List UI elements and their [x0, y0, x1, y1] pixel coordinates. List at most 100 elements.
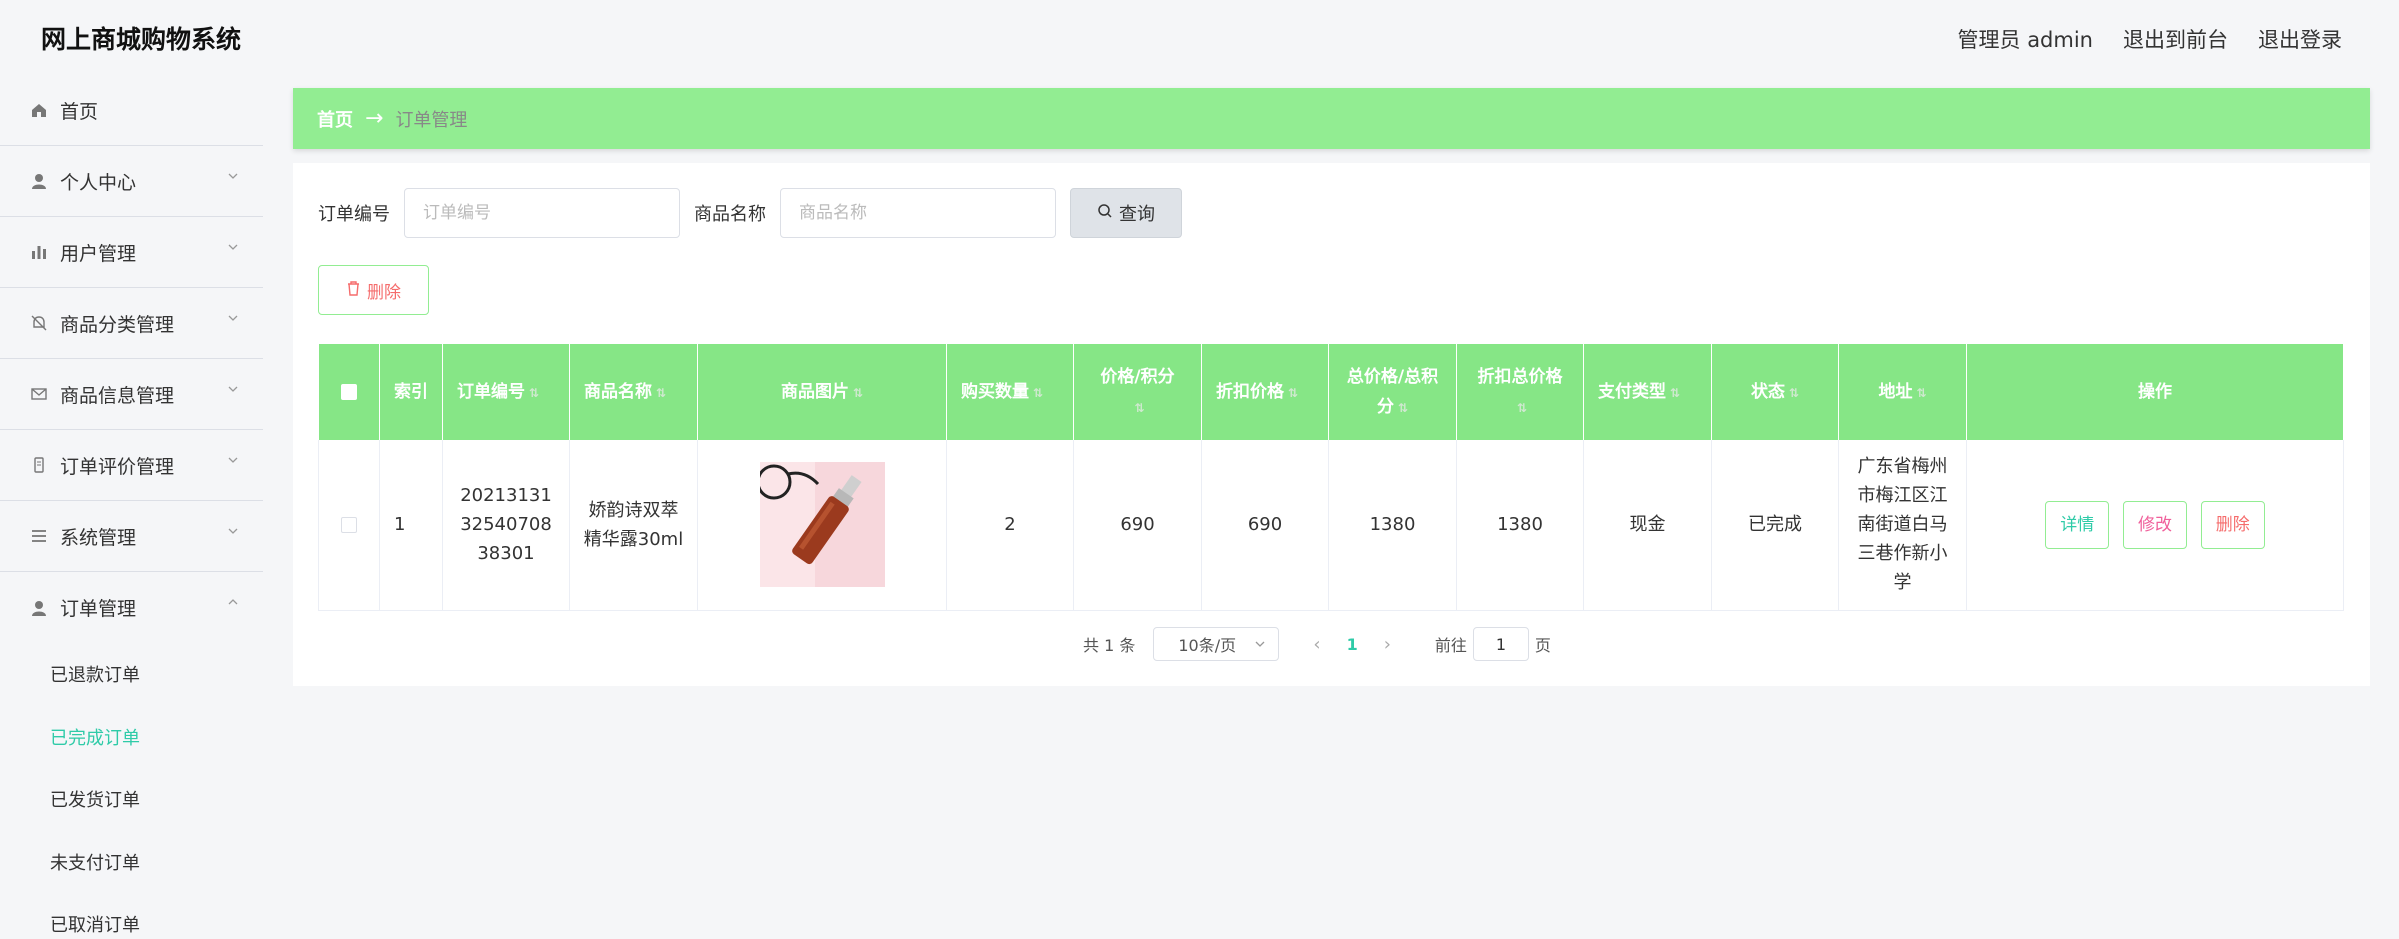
chevron-down-icon	[227, 241, 239, 253]
col-discount-total[interactable]: 折扣总价格 ⇅	[1456, 344, 1584, 440]
breadcrumb: 首页 → 订单管理	[293, 88, 2370, 149]
row-delete-button[interactable]: 删除	[2200, 500, 2265, 549]
page-suffix: 页	[1534, 636, 1551, 655]
col-discount-price[interactable]: 折扣价格 ⇅	[1201, 344, 1329, 440]
col-quantity[interactable]: 购买数量 ⇅	[946, 344, 1074, 440]
sidebar-item-user-management[interactable]: 用户管理	[0, 217, 263, 288]
trash-icon	[346, 280, 361, 301]
app-title: 网上商城购物系统	[41, 25, 242, 54]
col-total-price[interactable]: 总价格/总积分 ⇅	[1328, 344, 1457, 440]
select-all-cell	[318, 344, 380, 440]
sidebar-item-label: 商品信息管理	[60, 384, 175, 407]
top-header: 网上商城购物系统 管理员 admin 退出到前台 退出登录	[0, 0, 2399, 75]
logout-link[interactable]: 退出登录	[2258, 24, 2342, 54]
goto-label: 前往	[1434, 636, 1467, 655]
breadcrumb-home[interactable]: 首页	[317, 106, 353, 132]
home-icon	[30, 101, 48, 119]
col-index: 索引	[379, 344, 443, 440]
sidebar-subitem-refunded[interactable]: 已退款订单	[0, 643, 263, 706]
tablet-icon	[30, 456, 48, 474]
col-order-no[interactable]: 订单编号 ⇅	[442, 344, 570, 440]
pagination: 共 1 条 10条/页 ‹ 1 › 前往 页	[1083, 627, 1551, 661]
cell-actions: 详情 修改 删除	[1966, 440, 2344, 611]
cell-address: 广东省梅州市梅江区江南街道白马三巷作新小学	[1838, 440, 1967, 611]
cell-discount-total: 1380	[1456, 440, 1584, 611]
sidebar-item-label: 系统管理	[60, 526, 137, 549]
col-product-image[interactable]: 商品图片 ⇅	[697, 344, 947, 440]
admin-label: 管理员 admin	[1957, 28, 2093, 52]
select-all-checkbox[interactable]	[340, 384, 357, 400]
product-name-label: 商品名称	[694, 204, 766, 225]
chevron-down-icon	[227, 312, 239, 324]
chart-bar-icon	[30, 243, 48, 261]
sidebar-item-label: 个人中心	[60, 171, 137, 194]
user-icon	[30, 599, 48, 617]
product-name-input[interactable]	[780, 188, 1056, 238]
sidebar-item-label: 首页	[60, 100, 99, 123]
prev-page-icon[interactable]: ‹	[1313, 634, 1320, 655]
col-address[interactable]: 地址 ⇅	[1838, 344, 1967, 440]
back-to-front-link[interactable]: 退出到前台	[2123, 24, 2228, 54]
header-actions: 管理员 admin 退出到前台 退出登录	[1958, 24, 2342, 54]
row-checkbox[interactable]	[341, 517, 357, 534]
order-no-label: 订单编号	[318, 204, 390, 225]
cell-pay-type: 现金	[1583, 440, 1712, 611]
table-header-row: 索引 订单编号 ⇅ 商品名称 ⇅ 商品图片 ⇅ 购买数量 ⇅ 价格/积分 ⇅ 折扣价格 ⇅ …	[318, 344, 2344, 440]
sidebar-subitem-shipped[interactable]: 已发货订单	[0, 768, 263, 831]
chevron-down-icon	[227, 525, 239, 537]
sidebar-item-label: 商品分类管理	[60, 313, 175, 336]
total-count: 共 1 条	[1083, 636, 1136, 655]
product-image[interactable]	[759, 462, 885, 588]
order-no-input[interactable]	[404, 188, 680, 238]
sidebar: 首页 个人中心 用户管理 商品分类管理 商品信息管理 订单评价管理 系统管理 订…	[0, 75, 263, 939]
chevron-up-icon	[227, 596, 239, 608]
cell-index: 1	[379, 440, 443, 611]
next-page-icon[interactable]: ›	[1384, 634, 1391, 655]
chevron-down-icon	[227, 383, 239, 395]
page-number-current[interactable]: 1	[1347, 635, 1358, 654]
breadcrumb-current: 订单管理	[395, 109, 468, 131]
batch-delete-label: 删除	[367, 282, 401, 303]
query-button-label: 查询	[1119, 204, 1155, 225]
mail-icon	[30, 385, 48, 403]
cell-status: 已完成	[1711, 440, 1839, 611]
col-actions: 操作	[1966, 344, 2344, 440]
sidebar-item-product-info[interactable]: 商品信息管理	[0, 359, 263, 430]
bell-off-icon	[30, 314, 48, 332]
sidebar-subitem-cancelled[interactable]: 已取消订单	[0, 893, 263, 939]
sidebar-item-order-review[interactable]: 订单评价管理	[0, 430, 263, 501]
cell-discount-price: 690	[1201, 440, 1329, 611]
goto-page-input[interactable]	[1472, 627, 1529, 661]
cell-product-image	[697, 440, 947, 611]
chevron-down-icon	[227, 170, 239, 182]
sidebar-item-system[interactable]: 系统管理	[0, 501, 263, 572]
sidebar-item-order-management[interactable]: 订单管理	[0, 572, 263, 643]
chevron-down-icon	[227, 454, 239, 466]
col-pay-type[interactable]: 支付类型 ⇅	[1583, 344, 1712, 440]
sidebar-subitem-unpaid[interactable]: 未支付订单	[0, 831, 263, 894]
edit-button[interactable]: 修改	[2123, 500, 2187, 549]
table-row: 1 202131313254070838301 娇韵诗双萃精华露30ml 2 6…	[318, 440, 2344, 611]
cell-quantity: 2	[946, 440, 1074, 611]
sidebar-item-home[interactable]: 首页	[0, 75, 263, 146]
chevron-down-icon	[1254, 635, 1266, 654]
cell-product-name: 娇韵诗双萃精华露30ml	[569, 440, 698, 611]
sidebar-item-personal-center[interactable]: 个人中心	[0, 146, 263, 217]
batch-delete-button[interactable]: 删除	[318, 265, 429, 315]
main-panel: 订单编号 商品名称 查询 删除 索引 订单编号⇅ 商品名称⇅ 商品图片⇅ 购买数…	[293, 163, 2370, 686]
col-price[interactable]: 价格/积分 ⇅	[1073, 344, 1202, 440]
detail-button[interactable]: 详情	[2045, 500, 2110, 549]
sidebar-item-label: 订单管理	[60, 598, 137, 620]
query-button[interactable]: 查询	[1070, 188, 1182, 238]
sidebar-item-label: 用户管理	[60, 242, 137, 265]
cell-total-price: 1380	[1328, 440, 1457, 611]
user-icon	[30, 172, 48, 190]
col-product-name[interactable]: 商品名称 ⇅	[569, 344, 698, 440]
orders-table: 索引 订单编号 ⇅ 商品名称 ⇅ 商品图片 ⇅ 购买数量 ⇅ 价格/积分 ⇅ 折扣价格 ⇅ …	[318, 344, 2344, 611]
sidebar-item-category-management[interactable]: 商品分类管理	[0, 288, 263, 359]
search-bar: 订单编号 商品名称 查询	[318, 188, 1182, 238]
col-status[interactable]: 状态 ⇅	[1711, 344, 1839, 440]
page-size-select[interactable]: 10条/页	[1153, 627, 1280, 661]
sidebar-subitem-completed[interactable]: 已完成订单	[0, 706, 263, 769]
sidebar-item-label: 订单评价管理	[60, 455, 175, 478]
